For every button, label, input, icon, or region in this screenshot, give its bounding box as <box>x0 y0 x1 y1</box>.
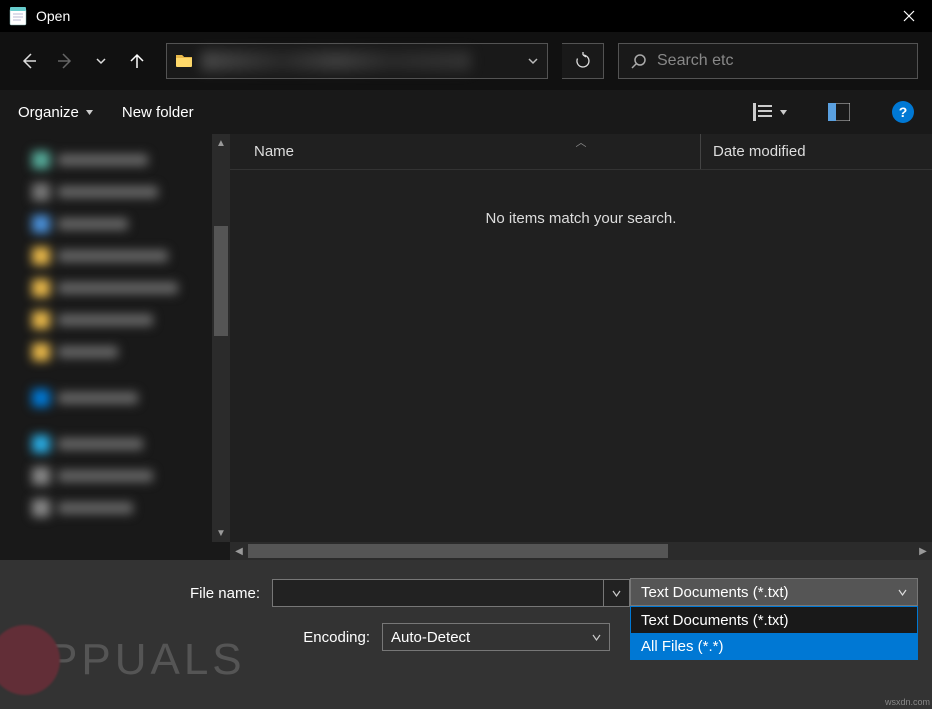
sort-indicator-icon[interactable]: ︿ <box>569 134 593 150</box>
folder-icon <box>175 52 193 70</box>
help-icon: ? <box>899 104 908 120</box>
column-date-header[interactable]: Date modified <box>700 134 932 169</box>
sidebar-scrollbar[interactable]: ▲ ▼ <box>212 134 230 542</box>
organize-menu[interactable]: Organize <box>18 104 94 121</box>
close-button[interactable] <box>886 0 932 32</box>
caret-down-icon <box>779 108 788 117</box>
encoding-select[interactable]: Auto-Detect <box>382 623 610 651</box>
address-bar[interactable] <box>166 43 548 79</box>
arrow-right-icon <box>55 51 75 71</box>
filetype-selected: Text Documents (*.txt) <box>641 584 789 601</box>
navigation-bar <box>0 32 932 90</box>
filetype-container: Text Documents (*.txt) Text Documents (*… <box>630 578 918 660</box>
chevron-down-icon <box>95 55 107 67</box>
encoding-value: Auto-Detect <box>391 629 470 646</box>
chevron-down-icon <box>527 55 539 67</box>
footer: File name: Encoding: Auto-Detect Text Do… <box>0 560 932 709</box>
scroll-up-icon[interactable]: ▲ <box>212 134 230 152</box>
filename-dropdown-button[interactable] <box>604 579 630 607</box>
close-icon <box>903 10 915 22</box>
search-icon <box>631 53 647 69</box>
horizontal-scrollbar[interactable]: ◀ ▶ <box>230 542 932 560</box>
view-list-icon <box>753 103 773 121</box>
filetype-option-all[interactable]: All Files (*.*) <box>631 633 917 659</box>
arrow-up-icon <box>127 51 147 71</box>
filename-input[interactable] <box>272 579 604 607</box>
command-bar: Organize New folder ? <box>0 90 932 134</box>
column-name-header[interactable]: Name <box>254 143 700 160</box>
recent-locations-button[interactable] <box>86 46 116 76</box>
chevron-down-icon <box>612 589 621 598</box>
chevron-down-icon <box>898 588 907 597</box>
refresh-icon <box>574 52 592 70</box>
arrow-left-icon <box>19 51 39 71</box>
filename-label: File name: <box>14 585 272 602</box>
caret-down-icon <box>85 108 94 117</box>
back-button[interactable] <box>14 46 44 76</box>
watermark: PPUALS <box>0 625 246 695</box>
title-bar: Open <box>0 0 932 32</box>
scroll-right-icon[interactable]: ▶ <box>914 546 932 557</box>
column-headers: ︿ Name Date modified <box>230 134 932 170</box>
refresh-button[interactable] <box>562 43 604 79</box>
scroll-thumb[interactable] <box>214 226 228 336</box>
file-body: ▲ ▼ ︿ Name Date modified No items match … <box>0 134 932 560</box>
forward-button[interactable] <box>50 46 80 76</box>
preview-pane-icon <box>828 103 850 121</box>
filetype-select[interactable]: Text Documents (*.txt) <box>630 578 918 606</box>
notepad-icon <box>8 6 28 26</box>
up-button[interactable] <box>122 46 152 76</box>
navigation-sidebar[interactable]: ▲ ▼ <box>0 134 230 560</box>
window-title: Open <box>36 8 886 24</box>
new-folder-button[interactable]: New folder <box>122 104 194 121</box>
search-box[interactable] <box>618 43 918 79</box>
change-view-button[interactable] <box>753 103 788 121</box>
organize-label: Organize <box>18 104 79 121</box>
source-tag: wsxdn.com <box>885 697 930 707</box>
new-folder-label: New folder <box>122 104 194 121</box>
chevron-down-icon <box>592 633 601 642</box>
address-dropdown-button[interactable] <box>527 55 539 67</box>
file-list-pane: ︿ Name Date modified No items match your… <box>230 134 932 560</box>
filetype-option-txt[interactable]: Text Documents (*.txt) <box>631 607 917 633</box>
filetype-dropdown: Text Documents (*.txt) All Files (*.*) <box>630 606 918 660</box>
help-button[interactable]: ? <box>892 101 914 123</box>
address-path-blurred <box>201 51 471 71</box>
scroll-left-icon[interactable]: ◀ <box>230 546 248 557</box>
hscroll-thumb[interactable] <box>248 544 668 558</box>
preview-pane-button[interactable] <box>828 103 850 121</box>
search-input[interactable] <box>657 52 905 70</box>
empty-message: No items match your search. <box>230 170 932 542</box>
scroll-down-icon[interactable]: ▼ <box>212 524 230 542</box>
